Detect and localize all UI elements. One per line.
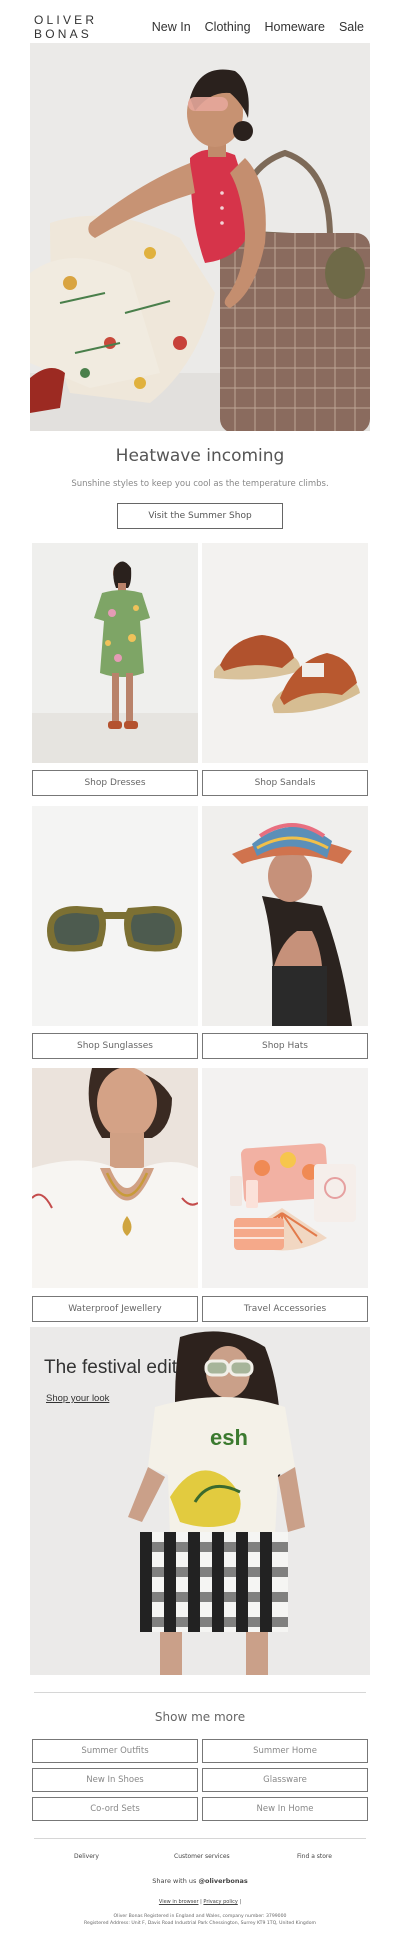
hero-heading: Heatwave incoming: [115, 446, 285, 466]
sunglasses-illustration: [32, 806, 198, 1026]
travel-accessories-button[interactable]: Travel Accessories: [202, 1296, 368, 1322]
shirt-print: esh: [210, 1425, 248, 1450]
email-page: OLIVER BONAS New In Clothing Homeware Sa…: [0, 0, 400, 1941]
new-in-shoes-button[interactable]: New In Shoes: [32, 1768, 198, 1792]
waterproof-jewellery-button[interactable]: Waterproof Jewellery: [32, 1296, 198, 1322]
dresses-image[interactable]: [32, 543, 198, 763]
view-in-browser-link[interactable]: View in browser: [159, 1899, 199, 1905]
instagram-handle[interactable]: @oliverbonas: [198, 1877, 247, 1885]
new-in-home-button[interactable]: New In Home: [202, 1797, 368, 1821]
hat-illustration: [202, 806, 368, 1026]
sandal-illustration: [202, 543, 368, 763]
shop-your-look-link[interactable]: Shop your look: [46, 1393, 109, 1404]
hero-subheading: Sunshine styles to keep you cool as the …: [71, 479, 329, 489]
nav-new-in[interactable]: New In: [152, 20, 191, 34]
summer-home-button[interactable]: Summer Home: [202, 1739, 368, 1763]
sandals-image[interactable]: [202, 543, 368, 763]
header: OLIVER BONAS New In Clothing Homeware Sa…: [34, 13, 364, 41]
brand-logo[interactable]: OLIVER BONAS: [34, 13, 130, 41]
footer-links: Delivery Customer services Find a store: [0, 1853, 400, 1865]
festival-title: The festival edit: [44, 1357, 178, 1378]
nav-homeware[interactable]: Homeware: [265, 20, 325, 34]
co-ord-sets-button[interactable]: Co-ord Sets: [32, 1797, 198, 1821]
hats-image[interactable]: [202, 806, 368, 1026]
shop-sunglasses-button[interactable]: Shop Sunglasses: [32, 1033, 198, 1059]
share-line: Share with us @oliverbonas: [0, 1877, 400, 1885]
jewellery-image[interactable]: [32, 1068, 198, 1288]
glassware-button[interactable]: Glassware: [202, 1768, 368, 1792]
show-more-title: Show me more: [154, 1710, 246, 1724]
festival-illustration: esh: [30, 1327, 370, 1675]
footer-link-find-a-store[interactable]: Find a store: [297, 1853, 332, 1860]
legal-line-1: Oliver Bonas Registered in England and W…: [113, 1914, 287, 1919]
hero-illustration: [30, 43, 370, 431]
shop-hats-button[interactable]: Shop Hats: [202, 1033, 368, 1059]
summer-outfits-button[interactable]: Summer Outfits: [32, 1739, 198, 1763]
legal-text: Oliver Bonas Registered in England and W…: [0, 1913, 400, 1927]
festival-banner[interactable]: esh The festival edit Shop your look: [30, 1327, 370, 1675]
legal-line-2: Registered Address: Unit F, Davis Road I…: [84, 1921, 316, 1926]
footer-link-customer-services[interactable]: Customer services: [174, 1853, 230, 1860]
separator: |: [239, 1899, 242, 1905]
legal-links: View in browser | Privacy policy |: [0, 1899, 400, 1905]
nav-sale[interactable]: Sale: [339, 20, 364, 34]
visit-summer-shop-button[interactable]: Visit the Summer Shop: [117, 503, 283, 529]
privacy-policy-link[interactable]: Privacy policy: [203, 1899, 237, 1905]
dress-illustration: [32, 543, 198, 763]
shop-sandals-button[interactable]: Shop Sandals: [202, 770, 368, 796]
main-nav: New In Clothing Homeware Sale: [152, 20, 364, 34]
footer-link-delivery[interactable]: Delivery: [74, 1853, 99, 1860]
divider: [34, 1838, 366, 1839]
travel-accessories-image[interactable]: [202, 1068, 368, 1288]
share-prefix: Share with us: [152, 1877, 197, 1885]
sunglasses-image[interactable]: [32, 806, 198, 1026]
shop-dresses-button[interactable]: Shop Dresses: [32, 770, 198, 796]
hero-image[interactable]: [30, 43, 370, 431]
travel-illustration: [202, 1068, 368, 1288]
jewellery-illustration: [32, 1068, 198, 1288]
divider: [34, 1692, 366, 1693]
nav-clothing[interactable]: Clothing: [205, 20, 251, 34]
